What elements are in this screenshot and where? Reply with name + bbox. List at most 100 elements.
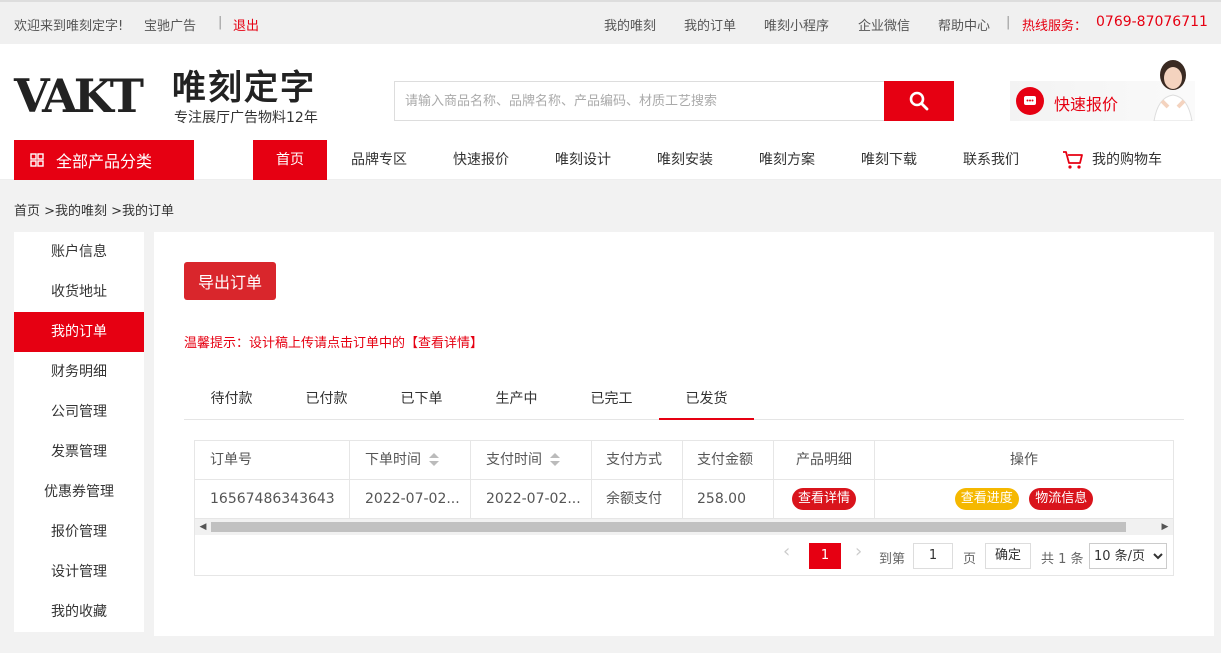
sidebar-item-account-info[interactable]: 账户信息 <box>14 232 144 272</box>
tab-paid[interactable]: 已付款 <box>279 382 374 420</box>
sidebar-item-favorites[interactable]: 我的收藏 <box>14 592 144 632</box>
col-header-detail: 产品明细 <box>774 441 875 480</box>
upload-tip: 温馨提示：设计稿上传请点击订单中的【查看详情】 <box>184 336 484 351</box>
col-header-order-time[interactable]: 下单时间 <box>350 441 471 480</box>
top-link-my-orders[interactable]: 我的订单 <box>684 15 736 34</box>
cell-detail: 查看详情 <box>774 480 875 519</box>
logo-brand: 唯刻定字 <box>172 68 316 108</box>
cell-order-time: 2022-07-02... <box>350 480 471 519</box>
username-link[interactable]: 宝驰广告 <box>144 15 196 34</box>
sidebar-item-address[interactable]: 收货地址 <box>14 272 144 312</box>
grid-icon <box>30 153 44 167</box>
tab-ordered[interactable]: 已下单 <box>374 382 469 420</box>
breadcrumb: 首页 >我的唯刻 >我的订单 <box>14 204 175 219</box>
sidebar-item-my-orders[interactable]: 我的订单 <box>14 312 144 352</box>
col-header-pay-method: 支付方式 <box>592 441 683 480</box>
table-horizontal-scrollbar[interactable]: ◀ ▶ <box>195 519 1173 535</box>
col-header-actions: 操作 <box>1010 452 1038 468</box>
welcome-text: 欢迎来到唯刻定字! <box>14 19 124 34</box>
cell-amount: 258.00 <box>683 480 774 519</box>
cell-actions: 查看进度 物流信息 <box>875 480 1173 519</box>
orders-panel: 导出订单 温馨提示：设计稿上传请点击订单中的【查看详情】 待付款 已付款 已下单… <box>154 232 1214 636</box>
site-header: VAKT 唯刻定字 专注展厅广告物料12年 快速报价 <box>0 44 1221 140</box>
divider: | <box>1006 15 1011 30</box>
scroll-left-icon[interactable]: ◀ <box>195 519 211 535</box>
quick-quote-label: 快速报价 <box>1054 95 1119 114</box>
prev-page-icon[interactable]: ‹ <box>783 541 790 562</box>
tab-completed[interactable]: 已完工 <box>564 382 659 420</box>
cell-order-no: 16567486343643 <box>195 480 350 519</box>
cart-icon <box>1063 151 1083 169</box>
search-button[interactable] <box>884 81 954 121</box>
col-header-pay-time-label: 支付时间 <box>486 452 542 468</box>
total-count: 共 1 条 <box>1041 552 1084 567</box>
col-header-order-no: 订单号 <box>195 441 350 480</box>
all-categories-button[interactable]: 全部产品分类 <box>14 140 194 180</box>
logistics-info-button[interactable]: 物流信息 <box>1029 488 1094 510</box>
cell-pay-method: 余额支付 <box>592 480 683 519</box>
goto-label: 到第 <box>879 552 906 567</box>
top-link-mini-program[interactable]: 唯刻小程序 <box>764 15 829 34</box>
tab-pending-payment[interactable]: 待付款 <box>184 382 279 420</box>
top-link-help[interactable]: 帮助中心 <box>938 15 990 34</box>
sidebar-item-invoice[interactable]: 发票管理 <box>14 432 144 472</box>
sort-icon[interactable] <box>550 453 560 467</box>
view-details-button[interactable]: 查看详情 <box>791 488 856 510</box>
divider: | <box>218 15 223 30</box>
nav-item-contact[interactable]: 联系我们 <box>963 140 1019 180</box>
all-categories-label: 全部产品分类 <box>56 152 153 171</box>
hotline-number: 0769-87076711 <box>1096 14 1208 30</box>
top-bar: 欢迎来到唯刻定字! 宝驰广告 | 退出 我的唯刻 我的订单 唯刻小程序 企业微信… <box>0 0 1221 44</box>
orders-table: 订单号 下单时间 支付时间 支付方式 支付金额 产品明细 操作 16567486… <box>194 440 1174 576</box>
page-unit-label: 页 <box>963 552 977 567</box>
service-agent-avatar <box>1153 60 1193 121</box>
col-header-order-time-label: 下单时间 <box>365 452 421 468</box>
nav-item-design[interactable]: 唯刻设计 <box>555 140 611 180</box>
cart-label: 我的购物车 <box>1092 152 1162 168</box>
nav-item-quick-quote[interactable]: 快速报价 <box>453 140 509 180</box>
nav-item-cart[interactable]: 我的购物车 <box>1062 140 1162 180</box>
chat-icon <box>1016 87 1044 115</box>
logo-slogan: 专注展厅广告物料12年 <box>174 110 318 126</box>
scroll-right-icon[interactable]: ▶ <box>1157 519 1173 535</box>
next-page-icon[interactable]: › <box>855 541 862 562</box>
main-nav: 全部产品分类 首页 品牌专区 快速报价 唯刻设计 唯刻安装 唯刻方案 唯刻下载 … <box>0 140 1221 180</box>
pagination: ‹ 1 › 到第 1 页 确定 共 1 条 10 条/页 <box>195 535 1173 575</box>
account-sidebar: 账户信息 收货地址 我的订单 财务明细 公司管理 发票管理 优惠券管理 报价管理… <box>14 232 144 632</box>
site-logo[interactable]: VAKT 唯刻定字 专注展厅广告物料12年 <box>14 66 344 126</box>
search-bar <box>394 81 954 121</box>
search-input[interactable] <box>395 82 883 120</box>
page-current[interactable]: 1 <box>809 543 841 569</box>
sort-icon[interactable] <box>429 453 439 467</box>
goto-page-input[interactable]: 1 <box>913 543 953 569</box>
goto-confirm-button[interactable]: 确定 <box>985 543 1031 569</box>
col-header-amount: 支付金额 <box>683 441 774 480</box>
col-header-pay-time[interactable]: 支付时间 <box>471 441 592 480</box>
logo-mark: VAKT <box>14 69 144 123</box>
page-size-select[interactable]: 10 条/页 <box>1089 543 1167 569</box>
quick-quote-button[interactable]: 快速报价 <box>1010 60 1195 121</box>
export-orders-button[interactable]: 导出订单 <box>184 262 276 300</box>
top-link-wecom[interactable]: 企业微信 <box>858 15 910 34</box>
hotline-label: 热线服务： <box>1022 19 1088 34</box>
sidebar-item-design[interactable]: 设计管理 <box>14 552 144 592</box>
cell-pay-time: 2022-07-02... <box>471 480 592 519</box>
tab-in-production[interactable]: 生产中 <box>469 382 564 420</box>
sidebar-item-company[interactable]: 公司管理 <box>14 392 144 432</box>
sidebar-item-finance[interactable]: 财务明细 <box>14 352 144 392</box>
sidebar-item-coupons[interactable]: 优惠券管理 <box>14 472 144 512</box>
nav-item-solutions[interactable]: 唯刻方案 <box>759 140 815 180</box>
view-progress-button[interactable]: 查看进度 <box>954 488 1019 510</box>
nav-item-install[interactable]: 唯刻安装 <box>657 140 713 180</box>
table-row: 16567486343643 2022-07-02... 2022-07-02.… <box>195 480 1173 519</box>
nav-item-home[interactable]: 首页 <box>253 140 327 180</box>
nav-item-downloads[interactable]: 唯刻下载 <box>861 140 917 180</box>
sidebar-item-quotes[interactable]: 报价管理 <box>14 512 144 552</box>
order-status-tabs: 待付款 已付款 已下单 生产中 已完工 已发货 <box>184 382 1184 420</box>
logout-link[interactable]: 退出 <box>233 15 259 34</box>
table-header-row: 订单号 下单时间 支付时间 支付方式 支付金额 产品明细 操作 <box>195 441 1173 480</box>
tab-shipped[interactable]: 已发货 <box>659 382 754 420</box>
scrollbar-thumb[interactable] <box>211 522 1126 532</box>
nav-item-brands[interactable]: 品牌专区 <box>351 140 407 180</box>
top-link-my-vakt[interactable]: 我的唯刻 <box>604 15 656 34</box>
